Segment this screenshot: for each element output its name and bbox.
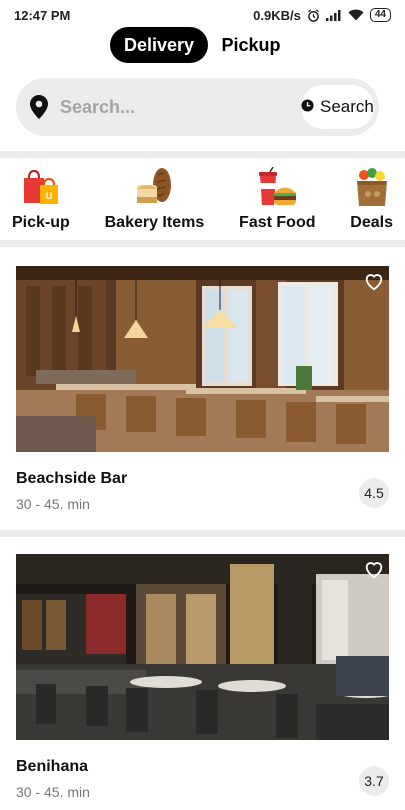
status-time: 12:47 PM <box>14 7 71 23</box>
shopping-bags-icon: U <box>20 166 62 208</box>
clock-icon <box>301 97 314 117</box>
search-button[interactable]: Search <box>301 85 374 129</box>
delivery-tab[interactable]: Delivery <box>110 27 208 63</box>
app-screen: 12:47 PM 0.9KB/s 44 Delivery Pickup Sear… <box>0 0 405 810</box>
signal-icon <box>325 9 342 21</box>
delivery-time: 30 - 45. min <box>16 784 90 800</box>
wifi-icon <box>348 9 364 21</box>
restaurant-image[interactable] <box>16 266 389 452</box>
delivery-time: 30 - 45. min <box>16 496 90 512</box>
restaurant-name[interactable]: Benihana <box>16 758 88 776</box>
grocery-bag-icon <box>351 166 393 208</box>
status-icons: 0.9KB/s 44 <box>253 8 391 23</box>
burger-drink-icon <box>256 166 298 208</box>
favorite-heart-icon[interactable] <box>363 558 385 580</box>
section-divider <box>0 151 405 158</box>
alarm-icon <box>307 8 320 22</box>
section-divider <box>0 530 405 537</box>
status-bar: 12:47 PM 0.9KB/s 44 <box>0 0 405 30</box>
svg-text:U: U <box>46 191 53 201</box>
category-deals[interactable]: Deals <box>350 162 393 238</box>
category-list: U Pick-up Bakery Items Fast Food Deals <box>0 162 405 238</box>
location-pin-icon[interactable] <box>30 95 48 119</box>
favorite-heart-icon[interactable] <box>363 270 385 292</box>
delivery-mode-toggle: Delivery Pickup <box>110 27 286 63</box>
category-label: Bakery Items <box>104 214 205 231</box>
restaurant-image[interactable] <box>16 554 389 740</box>
network-speed: 0.9KB/s <box>253 7 301 23</box>
search-input[interactable] <box>60 96 301 118</box>
rating-badge: 3.7 <box>359 766 389 796</box>
pickup-tab[interactable]: Pickup <box>216 27 286 63</box>
search-bar: Search <box>16 78 379 136</box>
search-button-label: Search <box>320 97 374 116</box>
category-label: Pick-up <box>12 214 70 231</box>
category-label: Fast Food <box>239 214 316 231</box>
rating-badge: 4.5 <box>359 478 389 508</box>
restaurant-name[interactable]: Beachside Bar <box>16 470 127 488</box>
category-pick-up[interactable]: U Pick-up <box>12 162 70 238</box>
section-divider <box>0 240 405 247</box>
category-bakery-items[interactable]: Bakery Items <box>104 162 205 238</box>
bread-icon <box>133 166 175 208</box>
category-label: Deals <box>350 214 393 231</box>
restaurant-card[interactable]: Beachside Bar 30 - 45. min 4.5 <box>16 266 389 521</box>
restaurant-card[interactable]: Benihana 30 - 45. min 3.7 <box>16 554 389 810</box>
category-fast-food[interactable]: Fast Food <box>239 162 315 238</box>
battery-icon: 44 <box>369 8 391 22</box>
